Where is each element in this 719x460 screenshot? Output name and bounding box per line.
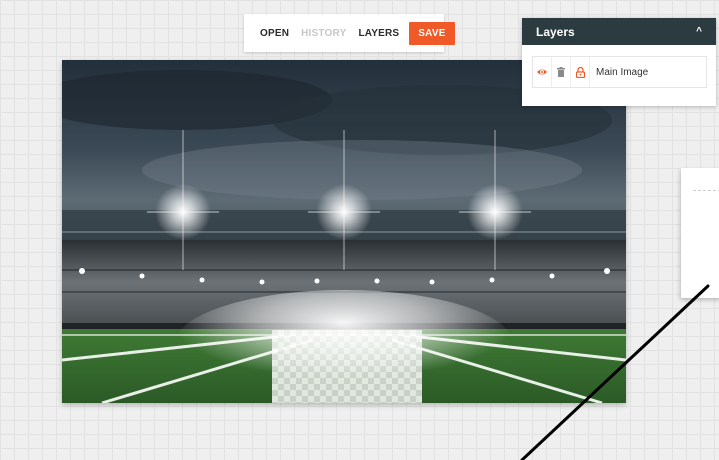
layers-panel-header[interactable]: Layers ^ xyxy=(522,18,716,45)
history-button[interactable]: HISTORY xyxy=(295,24,352,43)
layer-name: Main Image xyxy=(596,66,649,78)
trash-icon[interactable] xyxy=(552,57,571,87)
layers-panel-title: Layers xyxy=(536,24,575,39)
chevron-up-icon[interactable]: ^ xyxy=(696,26,702,37)
dashed-divider xyxy=(693,190,719,191)
save-button[interactable]: SAVE xyxy=(409,21,455,45)
side-popup-card xyxy=(681,168,719,298)
main-image-canvas[interactable] xyxy=(62,60,626,403)
top-toolbar: OPEN HISTORY LAYERS SAVE xyxy=(244,14,455,52)
open-button[interactable]: OPEN xyxy=(254,24,295,43)
lock-icon[interactable] xyxy=(571,57,590,87)
layer-item-main-image[interactable]: Main Image xyxy=(532,56,707,88)
stadium-image xyxy=(62,60,626,403)
layers-panel: Layers ^ Main Image xyxy=(522,18,716,106)
eye-icon[interactable] xyxy=(533,57,552,87)
layers-button[interactable]: LAYERS xyxy=(352,24,405,43)
